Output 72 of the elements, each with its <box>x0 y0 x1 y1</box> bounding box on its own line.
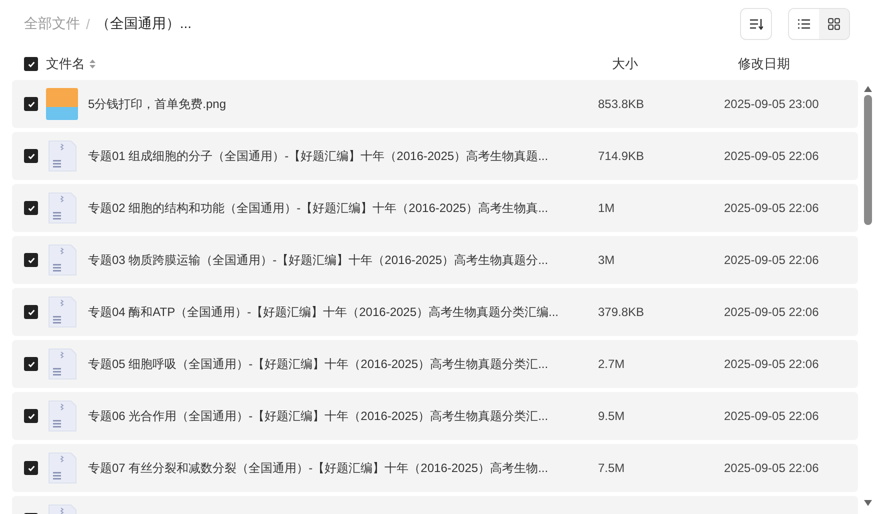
check-icon <box>26 360 36 368</box>
file-name: 专题04 酶和ATP（全国通用）-【好题汇编】十年（2016-2025）高考生物真题分类汇编... <box>88 304 560 320</box>
check-icon <box>26 412 36 420</box>
check-icon <box>26 308 36 316</box>
scrollbar-thumb[interactable] <box>864 95 872 225</box>
check-icon <box>26 100 36 108</box>
document-icon <box>46 348 78 380</box>
column-header[interactable]: 修改日期 <box>738 55 790 73</box>
checkbox[interactable] <box>24 461 38 475</box>
file-name: 专题01 组成细胞的分子（全国通用）-【好题汇编】十年（2016-2025）高考生物真题... <box>88 148 550 164</box>
checkbox[interactable] <box>24 149 38 163</box>
document-icon <box>46 192 78 224</box>
modified-date: 2025-09-05 22:06 <box>724 357 819 371</box>
document-icon <box>46 452 78 484</box>
modified-date: 2025-09-05 22:06 <box>724 305 819 319</box>
scroll-down-icon[interactable] <box>864 500 872 506</box>
checkbox[interactable] <box>24 253 38 267</box>
file-name: 专题02 细胞的结构和功能（全国通用）-【好题汇编】十年（2016-2025）高考生物真... <box>88 200 550 216</box>
file-row[interactable]: 专题02 细胞的结构和功能（全国通用）-【好题汇编】十年（2016-2025）高考生物真... 1M 2025-09-05 22:06 <box>12 184 858 232</box>
file-size: 2.7M <box>598 357 626 371</box>
document-icon <box>46 400 78 432</box>
file-row[interactable]: 5分钱打印，首单免费.png 853.8KB 2025-09-05 23:00 <box>12 80 858 128</box>
file-row[interactable]: 专题03 物质跨膜运输（全国通用）-【好题汇编】十年（2016-2025）高考生物真题分... 3M 2025-09-05 22:06 <box>12 236 858 284</box>
file-name: 专题05 细胞呼吸（全国通用）-【好题汇编】十年（2016-2025）高考生物真题分类汇... <box>88 356 550 372</box>
file-size: 853.8KB <box>598 97 646 111</box>
file-row[interactable]: 专题07 有丝分裂和减数分裂（全国通用）-【好题汇编】十年（2016-2025）高考生物... 7.5M 2025-09-05 22:06 <box>12 444 858 492</box>
check-icon <box>26 256 36 264</box>
grid-icon <box>828 18 840 30</box>
file-name: 专题06 光合作用（全国通用）-【好题汇编】十年（2016-2025）高考生物真题分类汇... <box>88 408 550 424</box>
modified-date: 2025-09-05 22:06 <box>724 201 819 215</box>
checkbox[interactable] <box>24 409 38 423</box>
document-icon <box>46 296 78 328</box>
modified-date: 2025-09-05 22:06 <box>724 409 819 423</box>
sort-icon <box>89 59 96 69</box>
file-name: 专题07 有丝分裂和减数分裂（全国通用）-【好题汇编】十年（2016-2025）高考生物... <box>88 460 550 476</box>
file-size: 9.5M <box>598 409 626 423</box>
checkbox[interactable] <box>24 97 38 111</box>
file-size: 7.5M <box>598 461 626 475</box>
scroll-up-icon[interactable] <box>864 86 872 92</box>
checkbox[interactable] <box>24 201 38 215</box>
image-thumbnail <box>46 88 78 120</box>
list-icon <box>798 19 810 29</box>
check-icon <box>26 152 36 160</box>
checkbox[interactable] <box>24 357 38 371</box>
modified-date: 2025-09-05 23:00 <box>724 97 819 111</box>
modified-date: 2025-09-05 22:06 <box>724 253 819 267</box>
modified-date: 2025-09-05 22:06 <box>724 461 819 475</box>
grid-view-button[interactable] <box>819 9 849 39</box>
file-row[interactable]: 专题05 细胞呼吸（全国通用）-【好题汇编】十年（2016-2025）高考生物真题分类汇... 2.7M 2025-09-05 22:06 <box>12 340 858 388</box>
document-icon <box>46 140 78 172</box>
check-icon <box>26 464 36 472</box>
file-name: 5分钱打印，首单免费.png <box>88 96 228 112</box>
sort-button[interactable] <box>740 8 772 40</box>
document-icon <box>46 244 78 276</box>
breadcrumb-item: （全国通用）... <box>96 15 192 33</box>
file-row[interactable]: 专题01 组成细胞的分子（全国通用）-【好题汇编】十年（2016-2025）高考生物真题... 714.9KB 2025-09-05 22:06 <box>12 132 858 180</box>
file-size: 1M <box>598 201 616 215</box>
file-name: 专题03 物质跨膜运输（全国通用）-【好题汇编】十年（2016-2025）高考生物真题分... <box>88 252 550 268</box>
modified-date: 2025-09-05 22:06 <box>724 149 819 163</box>
check-icon <box>26 60 36 68</box>
sort-icon <box>749 18 763 30</box>
checkbox[interactable] <box>24 57 38 71</box>
check-icon <box>26 204 36 212</box>
column-header[interactable]: 大小 <box>612 55 738 73</box>
column-header[interactable]: 文件名 <box>46 55 85 73</box>
file-size: 714.9KB <box>598 149 646 163</box>
file-row[interactable]: 专题06 光合作用（全国通用）-【好题汇编】十年（2016-2025）高考生物真题分类汇... 9.5M 2025-09-05 22:06 <box>12 392 858 440</box>
checkbox[interactable] <box>24 305 38 319</box>
file-row[interactable]: 专题04 酶和ATP（全国通用）-【好题汇编】十年（2016-2025）高考生物真题分类汇编... 379.8KB 2025-09-05 22:06 <box>12 288 858 336</box>
breadcrumb-separator: / <box>86 16 90 32</box>
file-size: 379.8KB <box>598 305 646 319</box>
file-size: 3M <box>598 253 616 267</box>
